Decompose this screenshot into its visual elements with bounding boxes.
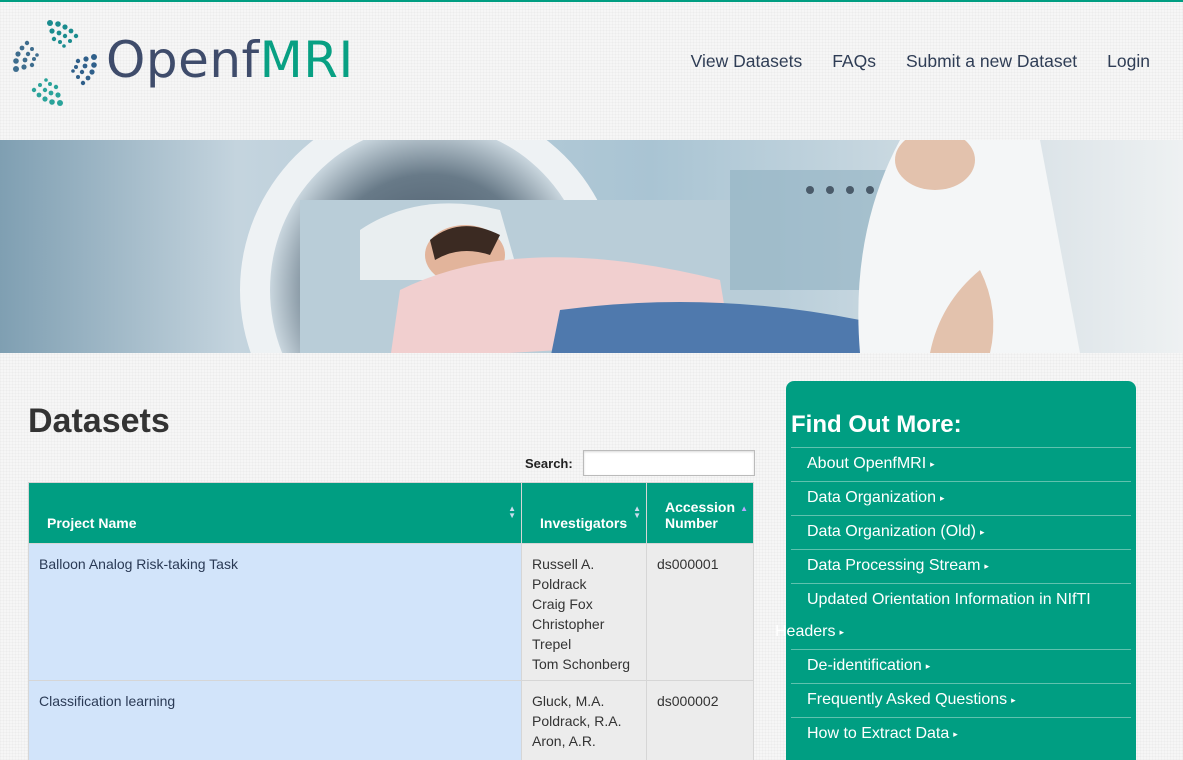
sidebar-item-label: Data Organization: [807, 489, 936, 506]
sidebar-item-extract-data[interactable]: How to Extract Data ▸: [791, 717, 1131, 751]
table-header-row: Project Name ▲ ▼ Investigators ▲ ▼ Accession…: [27, 482, 755, 544]
table-row: Balloon Analog Risk-taking Task Russell …: [27, 543, 755, 681]
logo-wordmark: OpenfMRI: [106, 31, 354, 89]
sidebar-item-label: Data Organization (Old): [807, 523, 976, 540]
arrow-right-icon: ▸: [1011, 695, 1016, 705]
investigator-line: Aron, A.R.: [532, 733, 596, 749]
openfmri-logo[interactable]: OpenfMRI: [10, 17, 353, 107]
project-name-link[interactable]: Classification learning: [39, 693, 175, 709]
hero-banner-image: [0, 140, 1183, 353]
arrow-right-icon: ▸: [839, 627, 845, 637]
column-label: Accession Number: [664, 499, 736, 531]
investigator-line: Tom Schonberg: [532, 656, 631, 672]
sidebar-item-data-processing-stream[interactable]: Data Processing Stream ▸: [791, 549, 1131, 583]
arrow-right-icon: ▸: [930, 459, 935, 469]
project-name-cell: Balloon Analog Risk-taking Task: [27, 543, 523, 681]
investigator-line: Trepel: [532, 636, 572, 652]
sidebar-item-label-line: Headers: [775, 623, 836, 640]
investigator-line: Russell A.: [532, 556, 595, 572]
sidebar-item-orientation-nifti[interactable]: Updated Orientation Information in NIfTI…: [775, 583, 1131, 649]
site-header: OpenfMRI View Datasets FAQs Submit a new…: [0, 2, 1183, 140]
main-nav: View Datasets FAQs Submit a new Dataset …: [691, 51, 1150, 72]
column-investigators[interactable]: Investigators ▲ ▼: [521, 482, 647, 544]
search-label: Search:: [525, 456, 573, 471]
accession-cell: ds000002: [645, 680, 755, 760]
arrow-right-icon: ▸: [953, 729, 958, 739]
sort-both-icon: ▲ ▼: [508, 504, 517, 520]
column-label: Investigators: [540, 515, 628, 531]
sort-asc-icon: ▲: [740, 504, 748, 513]
investigator-line: Poldrack: [532, 576, 587, 592]
arrow-right-icon: ▸: [939, 493, 945, 503]
sidebar-item-label-line: Updated Orientation Information in NIfTI: [807, 591, 1091, 608]
logo-word-fmri: MRI: [259, 31, 354, 89]
nav-view-datasets[interactable]: View Datasets: [691, 51, 803, 72]
arrow-right-icon: ▸: [979, 527, 985, 537]
investigator-line: Poldrack, R.A.: [532, 713, 622, 729]
column-accession-number[interactable]: Accession Number ▲: [645, 482, 755, 544]
investigators-cell: Russell A. Poldrack Craig Fox Christophe…: [521, 543, 647, 681]
sidebar-item-label: Frequently Asked Questions: [807, 691, 1008, 708]
sidebar-item-deidentification[interactable]: De-identification ▸: [791, 649, 1131, 683]
investigator-line: Christopher: [532, 616, 605, 632]
sidebar-item-label: De-identification: [807, 657, 922, 674]
sidebar-item-label: About OpenfMRI: [807, 455, 927, 472]
project-name-link[interactable]: Balloon Analog Risk-taking Task: [39, 556, 238, 572]
column-project-name[interactable]: Project Name ▲ ▼: [27, 482, 523, 544]
investigator-line: Gluck, M.A.: [532, 693, 605, 709]
investigator-line: Craig Fox: [532, 596, 593, 612]
sidebar-link-list: About OpenfMRI ▸ Data Organization ▸ Data …: [775, 447, 1131, 751]
sort-both-icon: ▲ ▼: [633, 504, 641, 520]
sidebar-item-about[interactable]: About OpenfMRI ▸: [791, 447, 1131, 481]
sidebar-item-data-organization[interactable]: Data Organization ▸: [791, 481, 1131, 515]
table-row: Classification learning Gluck, M.A. Pold…: [27, 680, 755, 760]
datasets-table: Project Name ▲ ▼ Investigators ▲ ▼ Accession…: [27, 482, 755, 760]
logo-word-open: Openf: [106, 31, 260, 89]
logo-swirl-icon: [13, 20, 97, 106]
column-label: Project Name: [47, 515, 137, 531]
nav-submit-dataset[interactable]: Submit a new Dataset: [906, 51, 1077, 72]
sidebar-item-label: Updated Orientation Information in NIfTI…: [775, 584, 1131, 648]
project-name-cell: Classification learning: [27, 680, 523, 760]
nav-faqs[interactable]: FAQs: [832, 51, 876, 72]
arrow-right-icon: ▸: [984, 561, 989, 571]
sidebar-item-faq[interactable]: Frequently Asked Questions ▸: [791, 683, 1131, 717]
sidebar-item-label: Data Processing Stream: [807, 557, 981, 574]
page-title: Datasets: [28, 402, 170, 440]
accession-cell: ds000001: [645, 543, 755, 681]
sidebar-item-label: How to Extract Data: [807, 725, 950, 742]
investigators-cell: Gluck, M.A. Poldrack, R.A. Aron, A.R.: [521, 680, 647, 760]
arrow-right-icon: ▸: [925, 661, 931, 671]
sidebar-item-data-organization-old[interactable]: Data Organization (Old) ▸: [791, 515, 1131, 549]
find-out-more-panel: Find Out More: About OpenfMRI ▸ Data Orga…: [775, 381, 1136, 760]
mri-scanner-photo: [0, 140, 1183, 353]
nav-login[interactable]: Login: [1107, 51, 1150, 72]
sidebar-title: Find Out More:: [791, 411, 962, 438]
search-input[interactable]: [583, 450, 755, 476]
